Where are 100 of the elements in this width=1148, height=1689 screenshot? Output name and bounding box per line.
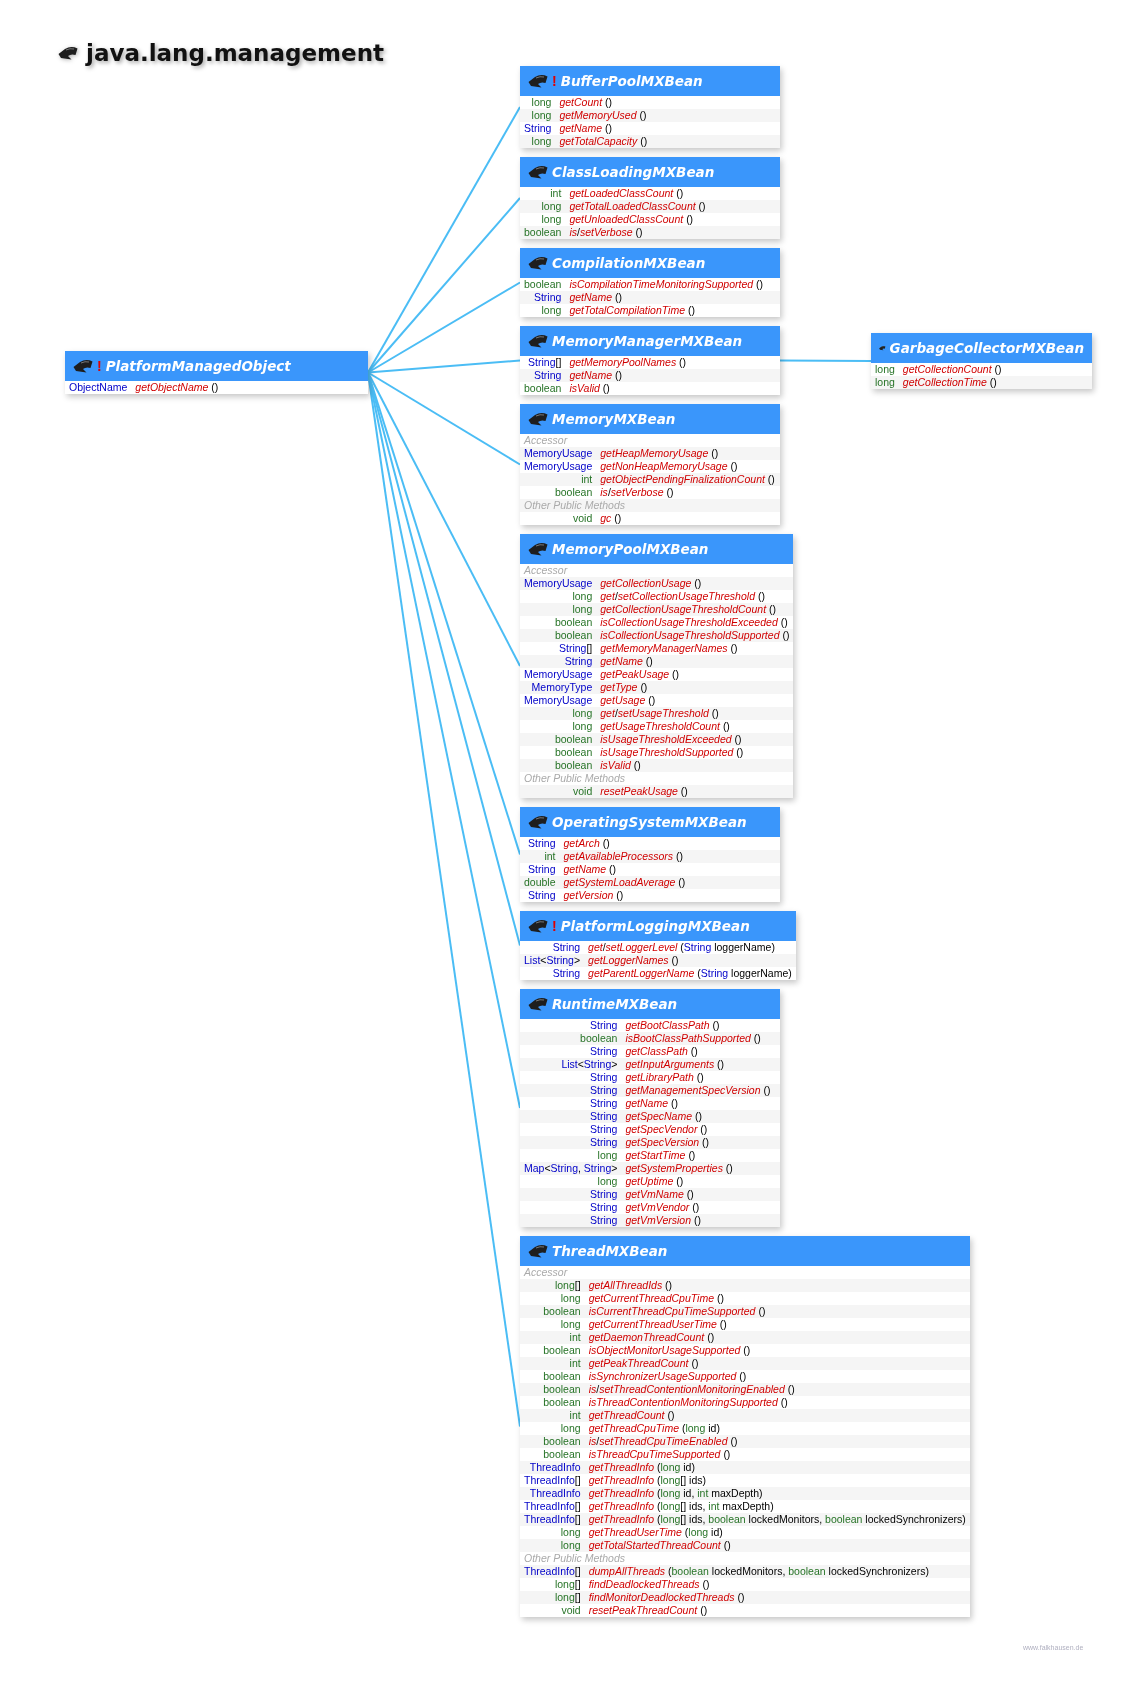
return-type: String bbox=[528, 889, 556, 901]
return-type: MemoryUsage bbox=[524, 668, 593, 680]
parameter-list: () bbox=[688, 1149, 696, 1161]
return-type: boolean bbox=[543, 1448, 581, 1460]
section-label: Accessor bbox=[524, 564, 568, 576]
interface-name: PlatformLoggingMXBean bbox=[560, 918, 750, 934]
parameter-list: () bbox=[602, 837, 610, 849]
method-name: isThreadContentionMonitoringSupported bbox=[588, 1396, 778, 1408]
parameter-list: () bbox=[711, 447, 719, 459]
return-type: long bbox=[531, 135, 552, 147]
method-name: getSpecVersion bbox=[625, 1136, 700, 1148]
cap-icon bbox=[528, 256, 548, 270]
method-name: get/setCollectionUsageThreshold bbox=[600, 590, 755, 602]
method-name: getMemoryManagerNames bbox=[600, 642, 728, 654]
return-type: long bbox=[560, 1422, 581, 1434]
parameter-list: () bbox=[676, 850, 683, 862]
return-type: boolean bbox=[554, 486, 593, 498]
return-type: String bbox=[590, 1123, 618, 1135]
parameter-list: () bbox=[691, 1357, 699, 1369]
return-type: boolean bbox=[524, 278, 562, 290]
return-type: void bbox=[573, 785, 593, 797]
method-name: getVersion bbox=[563, 889, 614, 901]
parameter-list: (boolean lockedMonitors, boolean lockedSynchronizers) bbox=[668, 1565, 929, 1577]
method-name: getStartTime bbox=[625, 1149, 686, 1161]
method-name: getLoadedClassCount bbox=[569, 187, 674, 199]
return-type: Map<String, String> bbox=[524, 1162, 618, 1174]
parameter-list: () bbox=[696, 1071, 704, 1083]
method-name: getName bbox=[569, 369, 612, 381]
interface-name: MemoryMXBean bbox=[552, 411, 676, 427]
parameter-list: () bbox=[672, 668, 680, 680]
parameter-list: () bbox=[604, 122, 612, 134]
return-type: String bbox=[590, 1097, 618, 1109]
interface-name: ThreadMXBean bbox=[552, 1243, 668, 1259]
method-name: isObjectMonitorUsageSupported bbox=[588, 1344, 741, 1356]
return-type: boolean bbox=[543, 1305, 581, 1317]
return-type: String[] bbox=[528, 356, 562, 368]
parameter-list: () bbox=[609, 863, 617, 875]
method-name: dumpAllThreads bbox=[588, 1565, 666, 1577]
return-type: boolean bbox=[554, 759, 593, 771]
parameter-list: () bbox=[712, 1019, 720, 1031]
warning-mark: ! bbox=[97, 358, 102, 374]
return-type: long bbox=[531, 96, 552, 108]
return-type: int bbox=[569, 1357, 581, 1369]
return-type: boolean bbox=[554, 733, 593, 745]
method-name: getManagementSpecVersion bbox=[625, 1084, 761, 1096]
parameter-list: () bbox=[722, 720, 730, 732]
method-name: isCollectionUsageThresholdExceeded bbox=[600, 616, 778, 628]
return-type: long bbox=[875, 363, 895, 375]
method-name: getTotalStartedThreadCount bbox=[588, 1539, 721, 1551]
method-name: getName bbox=[563, 863, 607, 875]
return-type: boolean bbox=[524, 382, 562, 394]
method-name: getParentLoggerName bbox=[588, 967, 695, 979]
parameter-list: () bbox=[670, 1097, 678, 1109]
method-name: getVmName bbox=[625, 1188, 684, 1200]
method-name: getTotalCompilationTime bbox=[569, 304, 686, 316]
method-name: isCollectionUsageThresholdSupported bbox=[600, 629, 780, 641]
parameter-list: () bbox=[640, 135, 648, 147]
return-type: ThreadInfo[] bbox=[524, 1474, 581, 1486]
parameter-list: () bbox=[667, 1409, 675, 1421]
return-type: long bbox=[560, 1539, 581, 1551]
method-name: getTotalCapacity bbox=[559, 135, 638, 147]
return-type: boolean bbox=[554, 746, 593, 758]
method-name: getMemoryUsed bbox=[559, 109, 637, 121]
method-name: findMonitorDeadlockedThreads bbox=[588, 1591, 735, 1603]
parameter-list: () bbox=[730, 1435, 738, 1447]
method-name: isUsageThresholdSupported bbox=[600, 746, 734, 758]
return-type: long bbox=[572, 720, 593, 732]
return-type: long bbox=[572, 707, 593, 719]
return-type: MemoryType bbox=[531, 681, 593, 693]
method-name: getThreadInfo bbox=[588, 1513, 655, 1525]
parameter-list: (long id, int maxDepth) bbox=[656, 1487, 763, 1499]
method-name: getSpecVendor bbox=[625, 1123, 698, 1135]
method-name: getVmVendor bbox=[625, 1201, 690, 1213]
return-type: String bbox=[590, 1071, 618, 1083]
method-name: get/setLoggerLevel bbox=[588, 941, 678, 953]
cap-icon bbox=[528, 74, 548, 88]
parameter-list: () bbox=[678, 876, 686, 888]
return-type: ThreadInfo bbox=[529, 1487, 581, 1499]
return-type: ThreadInfo[] bbox=[524, 1513, 581, 1525]
method-name: getUptime bbox=[625, 1175, 674, 1187]
method-name: getMemoryPoolNames bbox=[569, 356, 677, 368]
method-name: getPeakThreadCount bbox=[588, 1357, 689, 1369]
parameter-list: () bbox=[989, 376, 997, 388]
cap-icon bbox=[528, 1244, 548, 1258]
return-type: long bbox=[597, 1175, 618, 1187]
interface-name: OperatingSystemMXBean bbox=[552, 814, 747, 830]
return-type: List<String> bbox=[561, 1058, 618, 1070]
return-type: String[] bbox=[559, 642, 593, 654]
method-name: gc bbox=[600, 512, 612, 524]
method-name: isCompilationTimeMonitoringSupported bbox=[569, 278, 754, 290]
method-name: getNonHeapMemoryUsage bbox=[600, 460, 728, 472]
parameter-list: () bbox=[756, 278, 764, 290]
method-name: getCollectionCount bbox=[902, 363, 992, 375]
return-type: MemoryUsage bbox=[524, 460, 593, 472]
return-type: boolean bbox=[543, 1435, 581, 1447]
parameter-list: () bbox=[686, 1188, 694, 1200]
return-type: String bbox=[528, 863, 556, 875]
parameter-list: () bbox=[702, 1578, 710, 1590]
parameter-list: () bbox=[686, 213, 694, 225]
return-type: String bbox=[552, 941, 581, 953]
